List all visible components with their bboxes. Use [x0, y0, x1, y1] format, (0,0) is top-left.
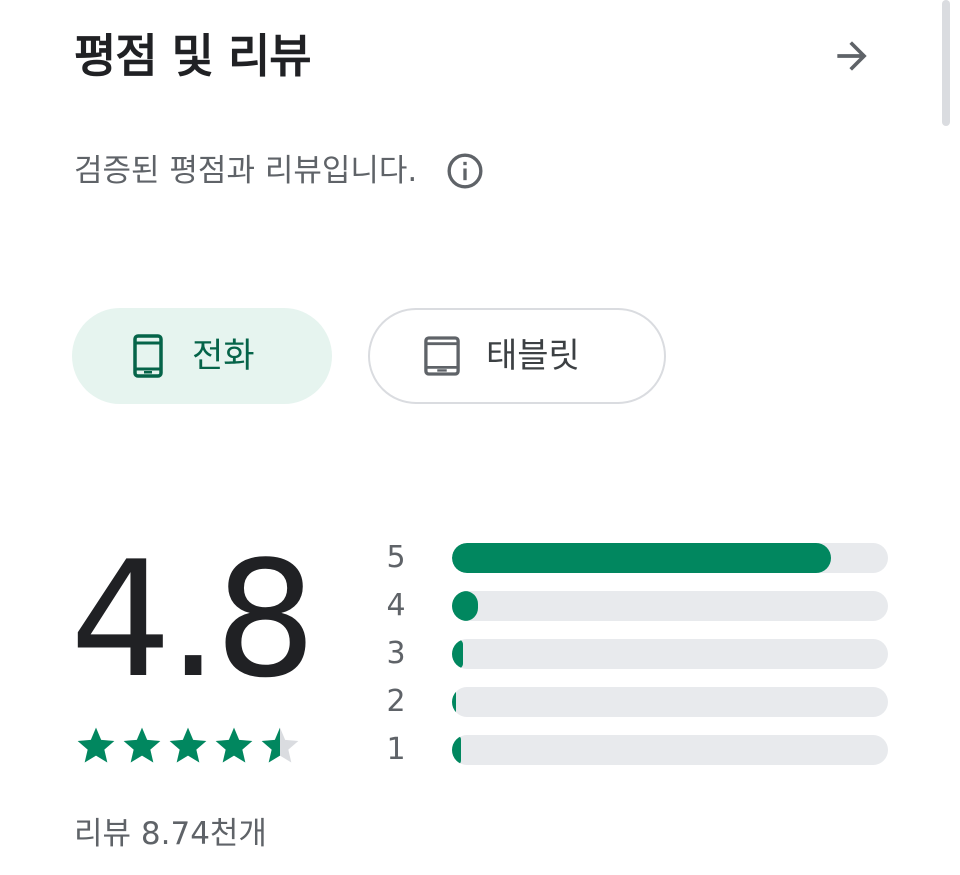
rating-bar-row-3: 3: [380, 630, 890, 678]
verified-notice-text: 검증된 평점과 리뷰입니다.: [74, 153, 418, 189]
verified-notice: 검증된 평점과 리뷰입니다.: [74, 146, 487, 196]
rating-bar-row-2: 2: [380, 678, 890, 726]
rating-bar-row-4: 4: [380, 582, 890, 630]
review-count: 리뷰 8.74천개: [74, 816, 267, 852]
rating-bar-label: 3: [386, 636, 406, 671]
rating-bar-track: [452, 687, 888, 717]
rating-bar-fill: [452, 543, 832, 573]
star-full-icon: [215, 727, 253, 763]
rating-bar-label: 1: [386, 732, 406, 767]
info-button[interactable]: [443, 149, 487, 193]
see-all-reviews-button[interactable]: [826, 30, 878, 82]
smartphone-icon: [130, 334, 166, 378]
section-header: 평점 및 리뷰: [74, 26, 880, 90]
rating-bar-label: 4: [386, 588, 406, 623]
tablet-icon: [424, 334, 460, 378]
average-rating: 4.8: [70, 526, 316, 713]
star-full-icon: [77, 727, 115, 763]
rating-bar-label: 2: [386, 684, 406, 719]
star-rating: [74, 724, 304, 768]
rating-bar-row-1: 1: [380, 726, 890, 774]
rating-bar-fill: [452, 639, 463, 669]
arrow-forward-icon: [837, 41, 867, 71]
star-full-icon: [123, 727, 161, 763]
info-icon: [447, 153, 483, 189]
rating-bar-track: [452, 543, 888, 573]
rating-bar-fill: [452, 591, 479, 621]
star-half-icon: [261, 727, 299, 763]
rating-distribution: 5 4 3 2 1: [380, 534, 890, 774]
rating-bar-track: [452, 735, 888, 765]
rating-bar-label: 5: [386, 540, 406, 575]
rating-bar-track: [452, 591, 888, 621]
device-chip-phone[interactable]: 전화: [72, 308, 332, 404]
rating-bar-fill: [452, 687, 456, 717]
scrollbar[interactable]: [942, 0, 950, 126]
device-chip-tablet-label: 태블릿: [486, 336, 580, 376]
device-chip-tablet[interactable]: 태블릿: [368, 308, 666, 404]
device-chip-phone-label: 전화: [192, 336, 255, 376]
rating-bar-fill: [452, 735, 461, 765]
ratings-reviews-section: 평점 및 리뷰 검증된 평점과 리뷰입니다. 전화 태블릿 4.8 리뷰 8.7…: [0, 0, 960, 875]
star-full-icon: [169, 727, 207, 763]
rating-bar-row-5: 5: [380, 534, 890, 582]
section-title: 평점 및 리뷰: [74, 29, 312, 83]
rating-bar-track: [452, 639, 888, 669]
